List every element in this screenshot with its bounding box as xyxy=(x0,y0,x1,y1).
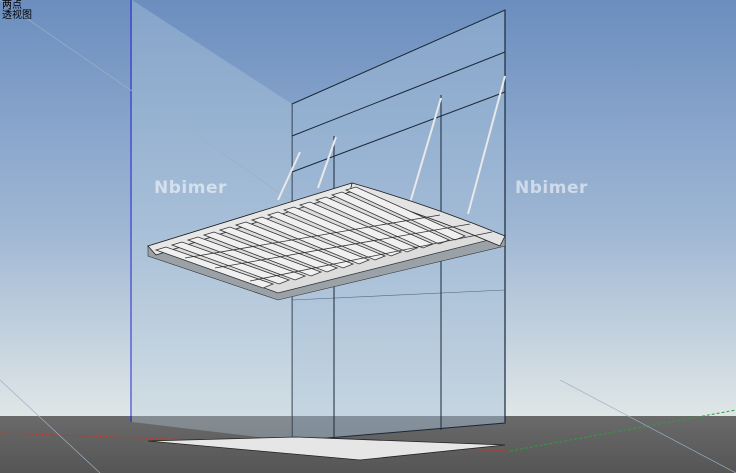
3d-viewport[interactable]: 两点 透视图 Nbimer Nbimer xyxy=(0,0,736,473)
watermark-logo-right: Nbimer xyxy=(515,178,588,198)
model-scene[interactable] xyxy=(0,0,736,473)
camera-label: 透视图 xyxy=(2,10,32,21)
watermark-logo-left: Nbimer xyxy=(154,178,227,198)
